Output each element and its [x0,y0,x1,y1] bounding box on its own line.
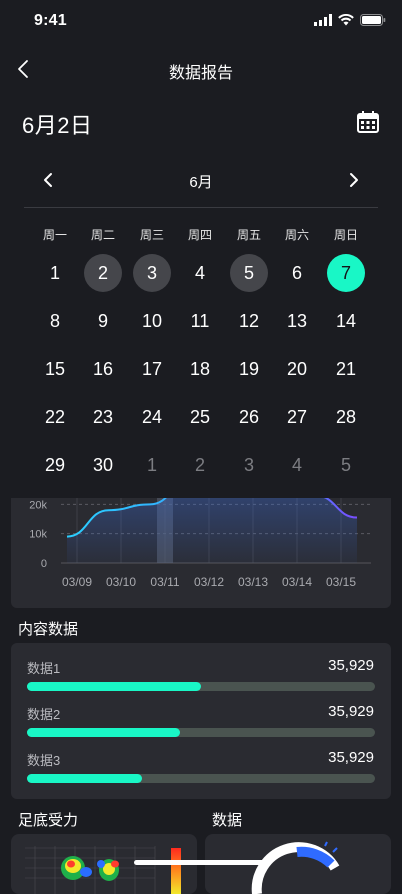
calendar-day[interactable]: 15 [36,350,74,388]
battery-icon [360,14,386,26]
calendar-day-next-month[interactable]: 2 [181,446,219,484]
calendar-day[interactable]: 29 [36,446,74,484]
y-tick-label: 0 [41,558,47,570]
y-tick-label: 20k [29,499,47,511]
calendar-day[interactable]: 6 [278,254,316,292]
calendar-day[interactable]: 11 [181,302,219,340]
calendar-day[interactable]: 16 [84,350,122,388]
calendar-day[interactable]: 17 [133,350,171,388]
calendar-day-next-month[interactable]: 1 [133,446,171,484]
content-row-label: 数据2 [27,707,61,722]
calendar-day[interactable]: 3 [133,254,171,292]
weekday-label: 周日 [333,228,358,242]
calendar-day[interactable]: 27 [278,398,316,436]
calendar-day[interactable]: 14 [327,302,365,340]
status-time: 9:41 [34,12,67,29]
calendar-divider [24,207,378,208]
data-title: 数据 [212,812,243,829]
progress-track [27,774,375,783]
calendar-day[interactable]: 13 [278,302,316,340]
calendar-day[interactable]: 22 [36,398,74,436]
x-tick-label: 03/15 [326,575,356,589]
calendar-day[interactable]: 24 [133,398,171,436]
x-tick-label: 03/10 [106,575,136,589]
calendar-day[interactable]: 2 [84,254,122,292]
x-tick-label: 03/09 [62,575,92,589]
x-tick-label: 03/11 [150,575,179,589]
calendar-panel: 6月 周一 周二 周三 周四 周五 周六 周日 1 2 3 4 5 6 7 8 9 10 11 12 13 14 15 1… [0,150,402,498]
calendar-day[interactable]: 12 [230,302,268,340]
chevron-right-icon [350,173,358,187]
calendar-day[interactable]: 10 [133,302,171,340]
calendar-day[interactable]: 20 [278,350,316,388]
weekday-label: 周四 [187,228,212,242]
progress-track [27,728,375,737]
calendar-day[interactable]: 30 [84,446,122,484]
content-row-value: 35,929 [328,749,374,766]
weekday-label: 周五 [236,228,261,242]
wifi-icon [338,14,354,26]
content-section-title: 内容数据 [18,621,79,638]
calendar-day[interactable]: 9 [84,302,122,340]
calendar-day[interactable]: 18 [181,350,219,388]
progress-fill [27,682,201,691]
progress-fill [27,774,142,783]
calendar-day[interactable]: 19 [230,350,268,388]
month-label: 6月 [189,174,213,191]
weekday-label: 周三 [139,228,164,242]
next-month-button[interactable] [344,168,364,192]
calendar-day[interactable]: 8 [36,302,74,340]
home-indicator [134,860,268,865]
weekday-label: 周一 [42,228,67,242]
selected-date-title: 6月2日 [22,113,93,138]
calendar-day[interactable]: 4 [181,254,219,292]
content-row-label: 数据3 [27,753,61,768]
progress-fill [27,728,181,737]
calendar-day-next-month[interactable]: 3 [230,446,268,484]
calendar-day[interactable]: 1 [36,254,74,292]
content-row-value: 35,929 [328,703,374,720]
signal-icon [314,14,332,26]
calendar-day[interactable]: 21 [327,350,365,388]
calendar-day[interactable]: 26 [230,398,268,436]
content-row-label: 数据1 [27,661,61,676]
calendar-day-next-month[interactable]: 4 [278,446,316,484]
calendar-day-next-month[interactable]: 5 [327,446,365,484]
calendar-icon[interactable] [356,110,380,134]
y-tick-label: 10k [29,529,47,541]
progress-track [27,682,375,691]
calendar-day[interactable]: 7 [327,254,365,292]
calendar-day[interactable]: 28 [327,398,365,436]
foot-pressure-title: 足底受力 [18,812,79,829]
calendar-day[interactable]: 25 [181,398,219,436]
page-title: 数据报告 [168,65,233,82]
content-row-value: 35,929 [328,657,374,674]
weekday-label: 周二 [90,228,115,242]
x-tick-label: 03/14 [282,575,312,589]
x-tick-label: 03/13 [238,575,268,589]
weekday-label: 周六 [284,228,309,242]
calendar-day[interactable]: 23 [84,398,122,436]
calendar-day[interactable]: 5 [230,254,268,292]
x-tick-label: 03/12 [194,575,224,589]
status-icons [314,14,386,26]
